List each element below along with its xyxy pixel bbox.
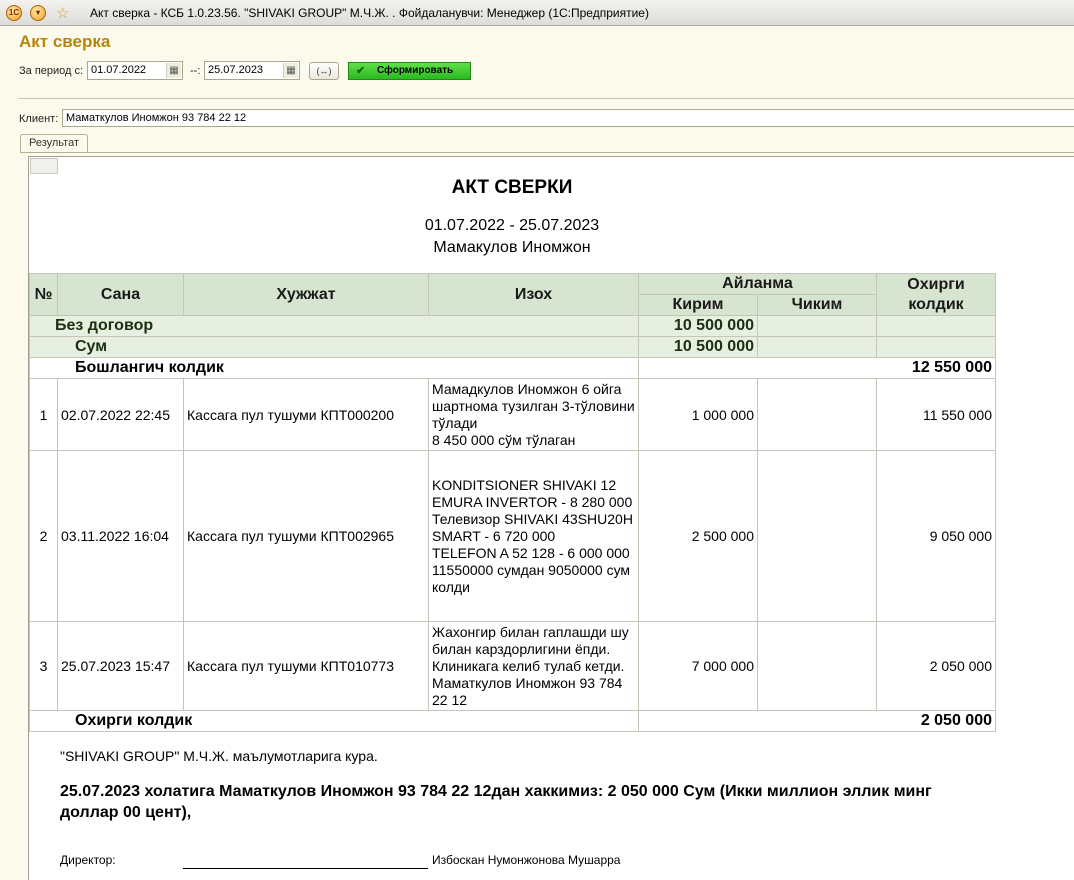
row-balance: 2 050 000 (876, 621, 996, 711)
col-header-in: Кирим (638, 294, 758, 316)
generate-button-label: Сформировать (377, 65, 454, 76)
client-field[interactable]: Маматкулов Иномжон 93 784 22 12 (62, 109, 1074, 127)
form-title: Акт сверка (19, 32, 111, 51)
row-doc[interactable]: Кассага пул тушуми КПТ000200 (183, 378, 429, 451)
date-to-value: 25.07.2023 (208, 64, 264, 76)
row-in: 7 000 000 (638, 621, 758, 711)
generate-button[interactable]: ✔ Сформировать (348, 62, 471, 80)
col-header-turnover: Айланма (638, 273, 877, 295)
group-in: 10 500 000 (638, 315, 758, 337)
row-doc[interactable]: Кассага пул тушуми КПТ010773 (183, 621, 429, 711)
window-menu-chevron-icon[interactable]: ▾ (30, 5, 46, 21)
row-out (757, 378, 877, 451)
row-out (757, 450, 877, 622)
table-row[interactable]: 3 25.07.2023 15:47 Кассага пул тушуми КП… (29, 621, 996, 711)
tab-panel-border (20, 152, 1074, 153)
date-to-field[interactable]: 25.07.2023 ▦ (204, 61, 300, 80)
report-conclusion: 25.07.2023 холатига Маматкулов Иномжон 9… (60, 783, 932, 821)
row-desc: Жахонгир билан гаплашди шу билан карздор… (428, 621, 639, 711)
divider (19, 98, 1074, 99)
row-date: 02.07.2022 22:45 (57, 378, 184, 451)
opening-label: Бошлангич колдик (29, 357, 639, 379)
checkmark-icon: ✔ (356, 65, 366, 77)
director-label: Директор: (60, 853, 116, 867)
calendar-icon[interactable]: ▦ (166, 63, 181, 78)
row-num: 2 (29, 450, 58, 622)
report-table: № Сана Хужжат Изох Айланма Охирги колдик… (29, 273, 996, 732)
col-header-out: Чиким (757, 294, 877, 316)
date-separator: --: (190, 65, 201, 77)
row-num: 3 (29, 621, 58, 711)
table-row[interactable]: 1 02.07.2022 22:45 Кассага пул тушуми КП… (29, 378, 996, 451)
client-label: Клиент: (19, 113, 59, 125)
report-note: "SHIVAKI GROUP" М.Ч.Ж. маълумотларига ку… (60, 748, 378, 764)
title-bar: 1С ▾ ☆ Акт сверка - КСБ 1.0.23.56. "SHIV… (0, 0, 1074, 26)
favorite-star-icon[interactable]: ☆ (56, 4, 69, 22)
row-in: 1 000 000 (638, 378, 758, 451)
currency-row[interactable]: Сум 10 500 000 (29, 336, 996, 358)
signature-line (183, 868, 428, 869)
opening-balance-row[interactable]: Бошлангич колдик 12 550 000 (29, 357, 996, 379)
report-sheet[interactable]: АКТ СВЕРКИ 01.07.2022 - 25.07.2023 Мамак… (28, 156, 1074, 880)
group-row[interactable]: Без договор 10 500 000 (29, 315, 996, 337)
app-logo-icon[interactable]: 1С (6, 5, 22, 21)
sheet-corner (30, 158, 58, 174)
currency-label: Сум (29, 336, 639, 358)
closing-label: Охирги колдик (29, 710, 639, 732)
row-num: 1 (29, 378, 58, 451)
row-out (757, 621, 877, 711)
report-client: Мамакулов Иномжон (433, 239, 591, 256)
date-from-value: 01.07.2022 (91, 64, 147, 76)
report-title: АКТ СВЕРКИ (451, 177, 573, 198)
closing-balance-row[interactable]: Охирги колдик 2 050 000 (29, 710, 996, 732)
col-header-num: № (29, 273, 58, 316)
director-name: Избоскан Нумонжонова Мушарра (432, 853, 621, 867)
col-header-desc: Изох (428, 273, 639, 316)
row-desc: Мамадкулов Иномжон 6 ойга шартнома тузил… (428, 378, 639, 451)
currency-in: 10 500 000 (638, 336, 758, 358)
group-label: Без договор (29, 315, 639, 337)
row-balance: 11 550 000 (876, 378, 996, 451)
period-label: За период с: (19, 65, 84, 77)
closing-value: 2 050 000 (638, 710, 996, 732)
date-from-field[interactable]: 01.07.2022 ▦ (87, 61, 183, 80)
row-balance: 9 050 000 (876, 450, 996, 622)
row-date: 03.11.2022 16:04 (57, 450, 184, 622)
opening-value: 12 550 000 (638, 357, 996, 379)
period-select-button[interactable]: (↔) (309, 62, 339, 80)
calendar-icon[interactable]: ▦ (283, 63, 298, 78)
row-desc: KONDITSIONER SHIVAKI 12 EMURA INVERTOR -… (428, 450, 639, 622)
tab-result[interactable]: Результат (20, 134, 88, 153)
window-title: Акт сверка - КСБ 1.0.23.56. "SHIVAKI GRO… (90, 6, 649, 20)
col-header-end-balance: Охирги колдик (876, 273, 996, 316)
row-date: 25.07.2023 15:47 (57, 621, 184, 711)
row-in: 2 500 000 (638, 450, 758, 622)
col-header-date: Сана (57, 273, 184, 316)
table-row[interactable]: 2 03.11.2022 16:04 Кассага пул тушуми КП… (29, 450, 996, 622)
report-period: 01.07.2022 - 25.07.2023 (424, 217, 600, 234)
col-header-doc: Хужжат (183, 273, 429, 316)
row-doc[interactable]: Кассага пул тушуми КПТ002965 (183, 450, 429, 622)
